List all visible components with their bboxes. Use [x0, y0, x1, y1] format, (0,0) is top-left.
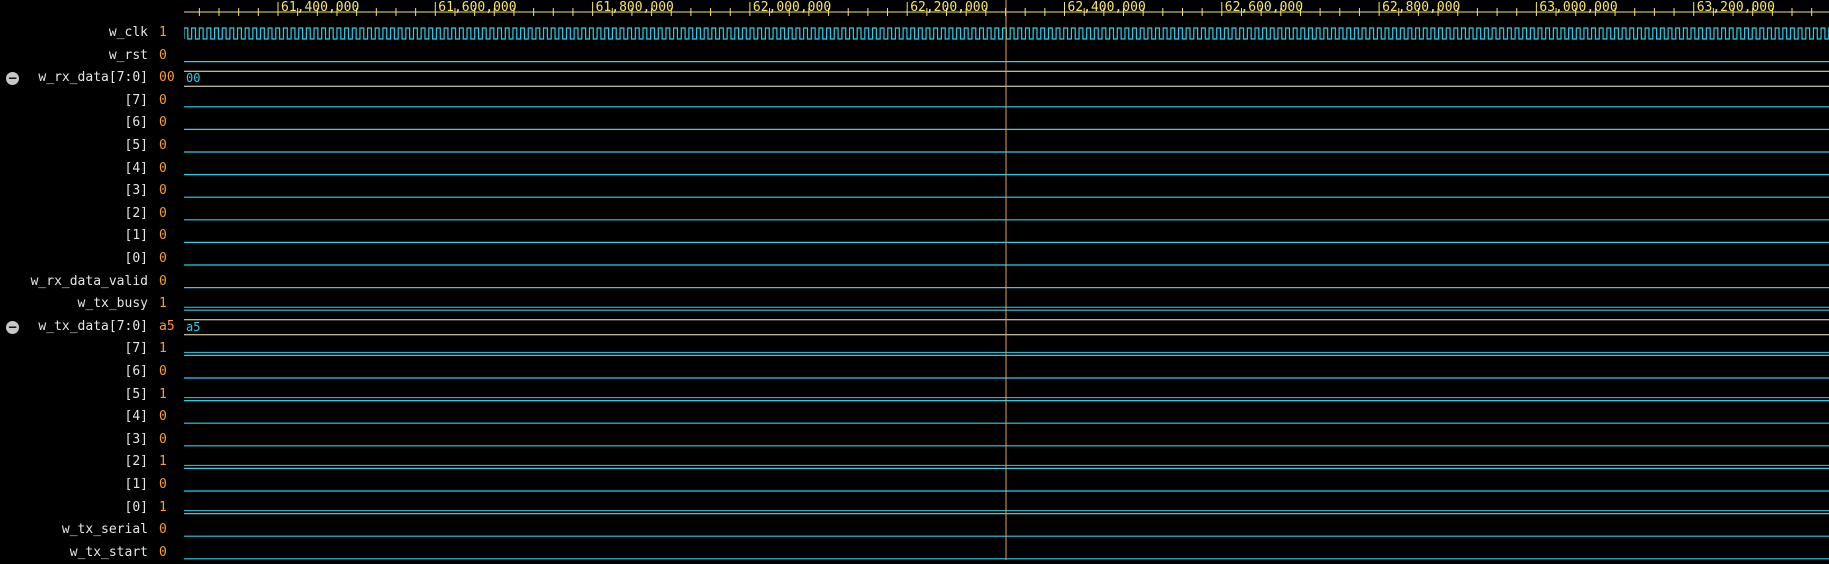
signal-value: 0 [159, 544, 167, 560]
signal-name[interactable]: w_tx_busy [78, 293, 148, 315]
signal-name[interactable]: w_tx_data[7:0] [38, 316, 148, 338]
signal-value: 0 [159, 228, 167, 244]
signal-value: 0 [159, 115, 167, 131]
waveform-panel[interactable]: 61,400,000 61,600,000 61,800,000 62,000,000… [184, 0, 1829, 560]
signal-name[interactable]: [6] [125, 112, 148, 134]
timeline-label: 61,400,000 [281, 0, 359, 15]
signal-value: 00 [159, 70, 175, 86]
signal-value: 0 [159, 409, 167, 425]
timeline-label: 62,000,000 [753, 0, 831, 15]
signal-value: 0 [159, 183, 167, 199]
bus-value-label: a5 [186, 320, 200, 334]
signal-value: 1 [159, 341, 167, 357]
signal-name[interactable]: [4] [125, 406, 148, 428]
collapse-bus-icon[interactable]: − [6, 320, 19, 334]
signal-value: 0 [159, 92, 167, 108]
signal-name[interactable]: [0] [125, 248, 148, 270]
signal-name[interactable]: [6] [125, 361, 148, 383]
signal-value: 0 [159, 364, 167, 379]
signal-value: 0 [159, 138, 167, 153]
timeline-label: 62,200,000 [910, 0, 988, 15]
signal-name[interactable]: w_rx_data_valid [31, 271, 148, 293]
timeline-label: 62,600,000 [1225, 0, 1303, 15]
timeline-label: 63,000,000 [1539, 0, 1617, 15]
signal-value: 0 [159, 273, 167, 289]
waveform-canvas[interactable]: 61,400,000 61,600,000 61,800,000 62,000,000… [184, 0, 1829, 560]
signal-name[interactable]: [3] [125, 429, 148, 451]
signal-name[interactable]: [7] [125, 338, 148, 360]
signal-value: 0 [159, 251, 167, 266]
signal-value: 1 [159, 386, 167, 402]
signal-name[interactable]: [2] [125, 203, 148, 225]
timeline-label: 61,800,000 [596, 0, 674, 15]
signal-name[interactable]: w_rst [109, 45, 148, 67]
signal-name[interactable]: w_rx_data[7:0] [38, 67, 148, 89]
signal-value: 0 [159, 431, 167, 447]
signal-names-panel: w_clk w_rst w_rx_data[7:0] − [7] [6] [5] [4] [3]… [0, 0, 152, 560]
signal-name[interactable]: w_tx_serial [62, 519, 148, 541]
signal-value: 0 [159, 522, 167, 538]
timeline-label: 62,800,000 [1382, 0, 1460, 15]
signal-value: 0 [159, 47, 167, 63]
signal-name[interactable]: [5] [125, 384, 148, 406]
signal-value: a5 [159, 318, 175, 334]
collapse-bus-icon[interactable]: − [6, 72, 19, 86]
signal-name[interactable]: [0] [125, 497, 148, 519]
signal-value: 0 [159, 205, 167, 221]
signal-value: 1 [159, 499, 167, 515]
signal-name[interactable]: [7] [125, 90, 148, 112]
signal-name[interactable]: [5] [125, 135, 148, 157]
signal-name[interactable]: w_clk [109, 22, 148, 44]
signal-name[interactable]: [4] [125, 158, 148, 180]
timeline-label: 62,400,000 [1068, 0, 1146, 15]
signal-value: 0 [159, 477, 167, 492]
signal-name[interactable]: [1] [125, 474, 148, 496]
signal-value: 1 [159, 454, 167, 470]
timeline-label: 61,600,000 [438, 0, 516, 15]
signal-name[interactable]: w_tx_start [70, 542, 148, 564]
signal-name[interactable]: [1] [125, 225, 148, 247]
signal-name[interactable]: [2] [125, 451, 148, 473]
signal-value: 0 [159, 160, 167, 176]
signal-name[interactable]: [3] [125, 180, 148, 202]
timeline-label: 63,200,000 [1697, 0, 1775, 15]
bus-value-label: 00 [186, 71, 200, 85]
signal-values-panel: 1 0 00 0 0 0 0 0 0 0 0 0 1 a5 1 0 1 0 0 1 0 1 0 0 [152, 0, 184, 560]
signal-value: 1 [159, 296, 167, 312]
signal-value: 1 [159, 25, 167, 40]
